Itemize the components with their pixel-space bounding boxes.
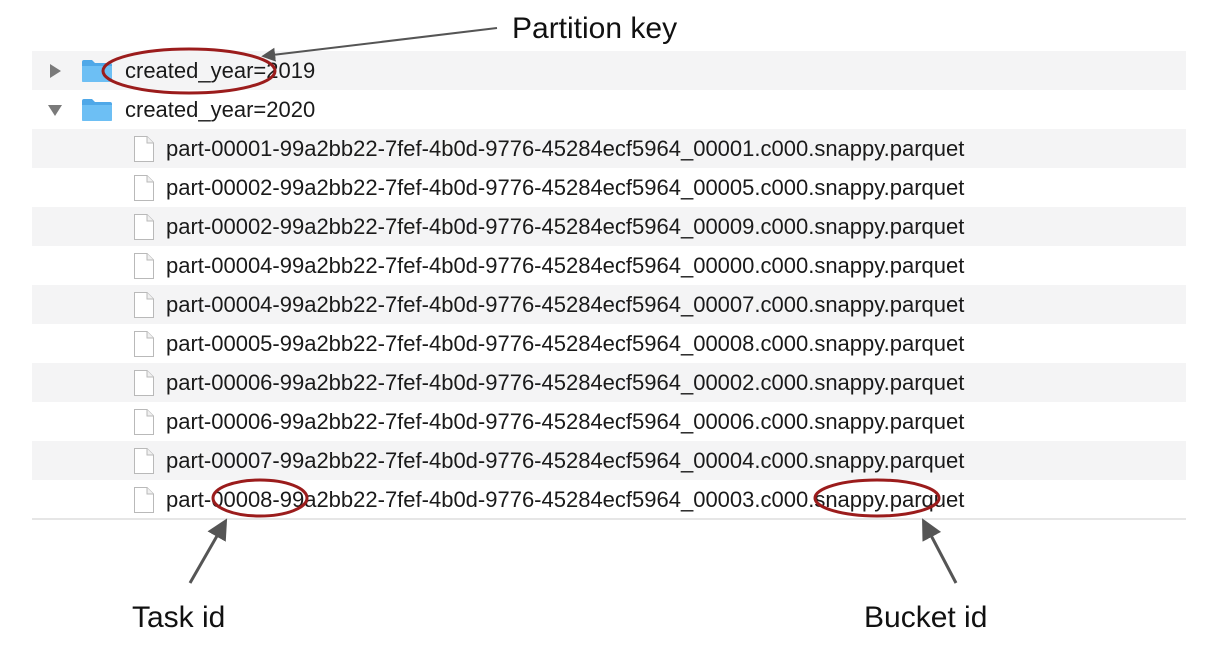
file-row[interactable]: part-00007-99a2bb22-7fef-4b0d-9776-45284… xyxy=(32,441,1186,480)
bucket-id-arrow xyxy=(922,518,958,584)
file-list: created_year=2019 created_year=2020 part… xyxy=(32,51,1186,519)
file-row[interactable]: part-00006-99a2bb22-7fef-4b0d-9776-45284… xyxy=(32,402,1186,441)
list-bottom-divider xyxy=(32,518,1186,520)
disclosure-triangle-down-icon[interactable] xyxy=(46,101,64,119)
file-name: part-00007-99a2bb22-7fef-4b0d-9776-45284… xyxy=(166,447,965,473)
folder-name: created_year=2020 xyxy=(125,96,316,122)
disclosure-triangle-right-icon[interactable] xyxy=(46,62,64,80)
document-icon xyxy=(133,486,155,514)
task-id-arrow xyxy=(188,518,228,584)
document-icon xyxy=(133,369,155,397)
document-icon xyxy=(133,408,155,436)
file-row[interactable]: part-00002-99a2bb22-7fef-4b0d-9776-45284… xyxy=(32,207,1186,246)
file-row[interactable]: part-00005-99a2bb22-7fef-4b0d-9776-45284… xyxy=(32,324,1186,363)
folder-icon xyxy=(81,59,113,83)
file-row[interactable]: part-00008-99a2bb22-7fef-4b0d-9776-45284… xyxy=(32,480,1186,519)
folder-name: created_year=2019 xyxy=(125,57,316,83)
document-icon xyxy=(133,213,155,241)
file-name: part-00005-99a2bb22-7fef-4b0d-9776-45284… xyxy=(166,330,965,356)
task-id-label: Task id xyxy=(132,601,226,634)
file-name: part-00002-99a2bb22-7fef-4b0d-9776-45284… xyxy=(166,174,965,200)
file-name: part-00001-99a2bb22-7fef-4b0d-9776-45284… xyxy=(166,135,965,161)
document-icon xyxy=(133,291,155,319)
partition-key-label: Partition key xyxy=(512,12,678,45)
file-row[interactable]: part-00006-99a2bb22-7fef-4b0d-9776-45284… xyxy=(32,363,1186,402)
document-icon xyxy=(133,174,155,202)
document-icon xyxy=(133,447,155,475)
file-row[interactable]: part-00004-99a2bb22-7fef-4b0d-9776-45284… xyxy=(32,285,1186,324)
annotated-file-listing: Partition key created_year=2019 created_… xyxy=(0,0,1230,656)
folder-row-2020[interactable]: created_year=2020 xyxy=(32,90,1186,129)
file-name: part-00008-99a2bb22-7fef-4b0d-9776-45284… xyxy=(166,486,965,512)
document-icon xyxy=(133,135,155,163)
folder-icon xyxy=(81,98,113,122)
file-name: part-00004-99a2bb22-7fef-4b0d-9776-45284… xyxy=(166,291,965,317)
bucket-id-label: Bucket id xyxy=(864,601,988,634)
file-row[interactable]: part-00001-99a2bb22-7fef-4b0d-9776-45284… xyxy=(32,129,1186,168)
file-name: part-00006-99a2bb22-7fef-4b0d-9776-45284… xyxy=(166,408,965,434)
document-icon xyxy=(133,330,155,358)
file-name: part-00002-99a2bb22-7fef-4b0d-9776-45284… xyxy=(166,213,965,239)
folder-row-2019[interactable]: created_year=2019 xyxy=(32,51,1186,90)
file-row[interactable]: part-00002-99a2bb22-7fef-4b0d-9776-45284… xyxy=(32,168,1186,207)
file-name: part-00004-99a2bb22-7fef-4b0d-9776-45284… xyxy=(166,252,965,278)
file-name: part-00006-99a2bb22-7fef-4b0d-9776-45284… xyxy=(166,369,965,395)
file-row[interactable]: part-00004-99a2bb22-7fef-4b0d-9776-45284… xyxy=(32,246,1186,285)
document-icon xyxy=(133,252,155,280)
